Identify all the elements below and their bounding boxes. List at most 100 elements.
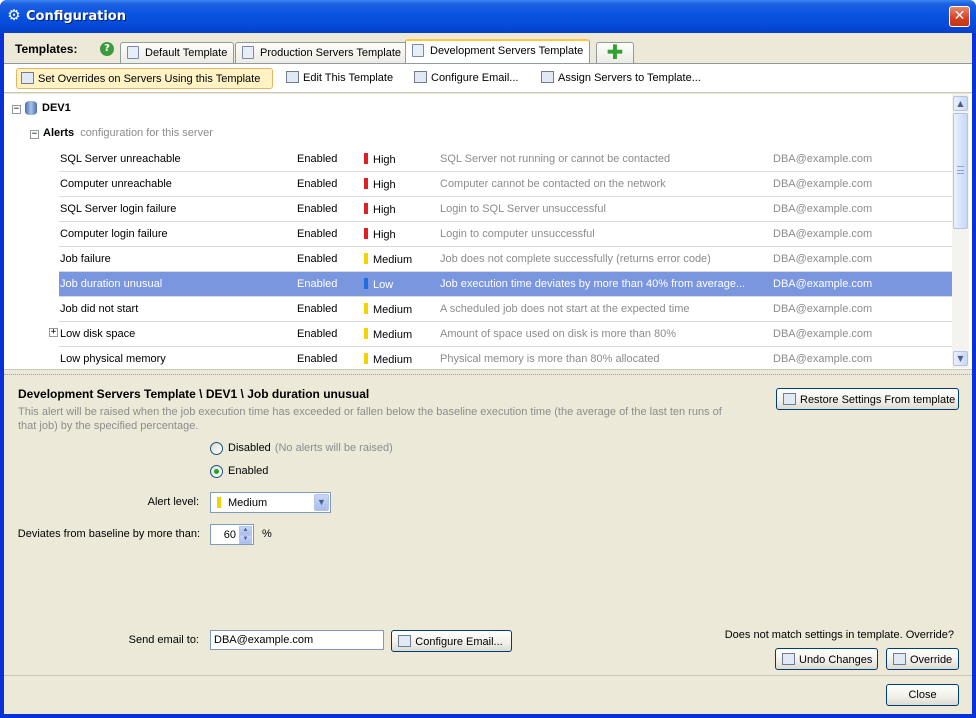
tree-scrollbar[interactable]: ▲ ▼ [952, 94, 969, 368]
alert-row[interactable]: Job did not start Enabled Medium A sched… [59, 297, 952, 322]
alert-email: DBA@example.com [773, 353, 873, 365]
alert-row[interactable]: Computer login failure Enabled High Logi… [59, 222, 952, 247]
disabled-hint: (No alerts will be raised) [274, 442, 393, 454]
level-indicator [364, 328, 368, 339]
restore-settings-button[interactable]: Restore Settings From template [776, 388, 959, 410]
alert-level-select[interactable]: Medium ▼ [210, 492, 331, 513]
alert-email: DBA@example.com [773, 153, 873, 165]
assign-servers-label: Assign Servers to Template... [558, 72, 701, 84]
alert-name: Computer login failure [60, 228, 168, 240]
configure-email-label: Configure Email... [431, 72, 519, 84]
alert-description: Physical memory is more than 80% allocat… [440, 353, 660, 365]
alert-description: SQL Server not running or cannot be cont… [440, 153, 671, 165]
alerts-tree: − DEV1 − Alerts configuration for this se… [4, 94, 972, 370]
set-overrides-button[interactable]: Set Overrides on Servers Using this Temp… [16, 68, 273, 89]
scroll-down-icon[interactable]: ▼ [953, 351, 968, 366]
undo-icon [782, 653, 795, 665]
alert-row[interactable]: SQL Server unreachable Enabled High SQL … [59, 147, 952, 172]
override-label: Override [910, 654, 953, 666]
window-title: Configuration [26, 9, 126, 24]
alert-status: Enabled [297, 353, 338, 365]
disabled-option: Disabled (No alerts will be raised) [228, 442, 393, 454]
alert-row-selected[interactable]: Job duration unusual Enabled Low Job exe… [59, 272, 952, 297]
alert-row[interactable]: Low physical memory Enabled Medium Physi… [59, 347, 952, 369]
deviates-stepper[interactable]: 60 ▲ ▼ [210, 524, 254, 545]
stepper-down-icon[interactable]: ▼ [239, 535, 252, 544]
edit-template-button[interactable]: Edit This Template [282, 68, 399, 89]
collapse-alerts-icon[interactable]: − [30, 130, 39, 139]
alert-email: DBA@example.com [773, 303, 873, 315]
alert-email: DBA@example.com [773, 278, 873, 290]
alert-row[interactable]: Job failure Enabled Medium Job does not … [59, 247, 952, 272]
tab-label: Default Template [145, 47, 228, 59]
alert-name: Computer unreachable [60, 178, 172, 190]
alert-email: DBA@example.com [773, 203, 873, 215]
add-template-button[interactable]: ✚ [596, 42, 634, 63]
alerts-grid: SQL Server unreachable Enabled High SQL … [49, 147, 952, 369]
templates-label: Templates: [15, 42, 78, 56]
send-email-label: Send email to: [128, 634, 199, 646]
override-button[interactable]: Override [886, 648, 959, 670]
edit-template-label: Edit This Template [303, 72, 394, 84]
enabled-radio[interactable] [210, 465, 223, 478]
disabled-label: Disabled [228, 442, 271, 454]
alert-level-value: Medium [228, 497, 268, 509]
configure-email-button[interactable]: Configure Email... [391, 630, 512, 652]
tab-label: Development Servers Template [430, 45, 584, 57]
title-bar[interactable]: ⚙ Configuration ✕ [0, 0, 976, 33]
deviates-label: Deviates from baseline by more than: [17, 528, 200, 540]
expand-row-icon[interactable]: + [49, 328, 58, 337]
tab-default-template[interactable]: Default Template [120, 42, 235, 63]
alert-status: Enabled [297, 253, 338, 265]
alert-row[interactable]: SQL Server login failure Enabled High Lo… [59, 197, 952, 222]
alert-status: Enabled [297, 153, 338, 165]
alert-level: Medium [364, 303, 434, 316]
template-icon [127, 46, 139, 59]
template-icon [412, 44, 424, 57]
stepper-up-icon[interactable]: ▲ [239, 526, 252, 535]
chevron-down-icon[interactable]: ▼ [314, 494, 329, 511]
help-icon[interactable]: ? [100, 42, 114, 56]
alert-description: A scheduled job does not start at the ex… [440, 303, 690, 315]
tab-production-servers-template[interactable]: Production Servers Template [235, 42, 409, 63]
alert-row[interactable]: Computer unreachable Enabled High Comput… [59, 172, 952, 197]
alerts-node[interactable]: Alerts configuration for this server [43, 127, 213, 139]
scroll-up-icon[interactable]: ▲ [953, 96, 968, 111]
window-close-button[interactable]: ✕ [949, 6, 970, 27]
close-button[interactable]: Close [886, 684, 959, 706]
alerts-label: Alerts [43, 127, 75, 139]
collapse-server-icon[interactable]: − [12, 105, 21, 114]
deviates-value: 60 [223, 529, 236, 541]
alert-row[interactable]: + Low disk space Enabled Medium Amount o… [49, 322, 952, 347]
send-email-input[interactable]: DBA@example.com [210, 630, 384, 650]
alert-description: Computer cannot be contacted on the netw… [440, 178, 666, 190]
assign-servers-icon [541, 71, 554, 83]
level-indicator [364, 353, 368, 364]
alert-level: Medium [364, 253, 434, 266]
alert-status: Enabled [297, 328, 338, 340]
undo-changes-button[interactable]: Undo Changes [775, 648, 878, 670]
disabled-radio[interactable] [210, 442, 223, 455]
scroll-thumb[interactable] [953, 113, 968, 229]
edit-icon [286, 71, 299, 83]
alert-level: High [364, 178, 434, 191]
level-indicator [364, 228, 368, 239]
alert-description: Login to SQL Server unsuccessful [440, 203, 606, 215]
alert-status: Enabled [297, 278, 338, 290]
overrides-icon [21, 72, 34, 84]
alert-email: DBA@example.com [773, 178, 873, 190]
alert-name: Job failure [60, 253, 111, 265]
deviates-unit: % [262, 528, 272, 540]
restore-settings-label: Restore Settings From template [800, 394, 956, 406]
assign-servers-button[interactable]: Assign Servers to Template... [537, 68, 707, 89]
level-indicator [364, 153, 368, 164]
level-indicator [364, 303, 368, 314]
tab-development-servers-template[interactable]: Development Servers Template [405, 39, 591, 63]
configure-email-button-label: Configure Email... [415, 636, 503, 648]
configure-email-toolbar-button[interactable]: Configure Email... [410, 68, 524, 89]
alert-name: Low physical memory [60, 353, 166, 365]
gear-icon: ⚙ [7, 6, 21, 24]
grip-icon [957, 166, 964, 174]
server-node[interactable]: DEV1 [42, 102, 71, 114]
alert-name: SQL Server login failure [60, 203, 177, 215]
